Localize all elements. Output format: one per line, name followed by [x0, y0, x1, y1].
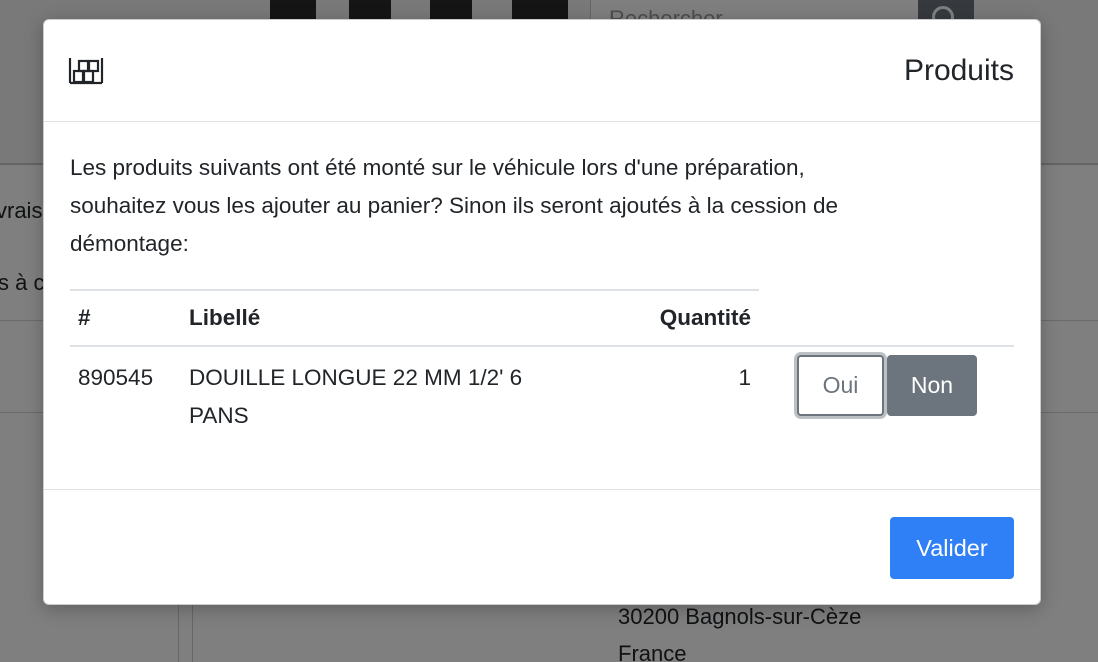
modal-title: Produits — [903, 54, 1014, 87]
product-ref: 890545 — [78, 365, 154, 390]
intro-line: démontage: — [70, 231, 189, 256]
product-actions: Oui Non — [759, 346, 1014, 445]
table-header-row: # Libellé Quantité — [70, 289, 1014, 347]
product-label: DOUILLE LONGUE 22 MM 1/2' 6 PANS — [181, 346, 551, 445]
product-label-line: DOUILLE LONGUE 22 MM 1/2' 6 — [189, 365, 523, 390]
modal-footer: Valider — [44, 489, 1040, 605]
column-header-label: Libellé — [181, 289, 551, 347]
column-header-quantity: Quantité — [551, 289, 759, 347]
intro-line: souhaitez vous les ajouter au panier? Si… — [70, 193, 838, 218]
modal-body: Les produits suivants ont été monté sur … — [44, 123, 1040, 489]
column-header-ref: # — [70, 289, 181, 347]
table-row: 890545 DOUILLE LONGUE 22 MM 1/2' 6 PANS … — [70, 346, 1014, 445]
modal-header: Produits — [44, 20, 1040, 122]
products-modal: Produits Les produits suivants ont été m… — [43, 19, 1041, 605]
no-button[interactable]: Non — [887, 355, 977, 416]
product-quantity: 1 — [738, 365, 751, 390]
warehouse-icon — [68, 58, 104, 85]
column-header-actions — [759, 290, 1014, 347]
submit-button[interactable]: Valider — [890, 517, 1014, 579]
yes-button[interactable]: Oui — [797, 355, 884, 416]
product-label-line: PANS — [189, 403, 249, 428]
intro-line: Les produits suivants ont été monté sur … — [70, 155, 805, 180]
intro-text: Les produits suivants ont été monté sur … — [70, 149, 1016, 263]
products-table: # Libellé Quantité 890545 DOUILLE LONGUE… — [70, 289, 1014, 445]
